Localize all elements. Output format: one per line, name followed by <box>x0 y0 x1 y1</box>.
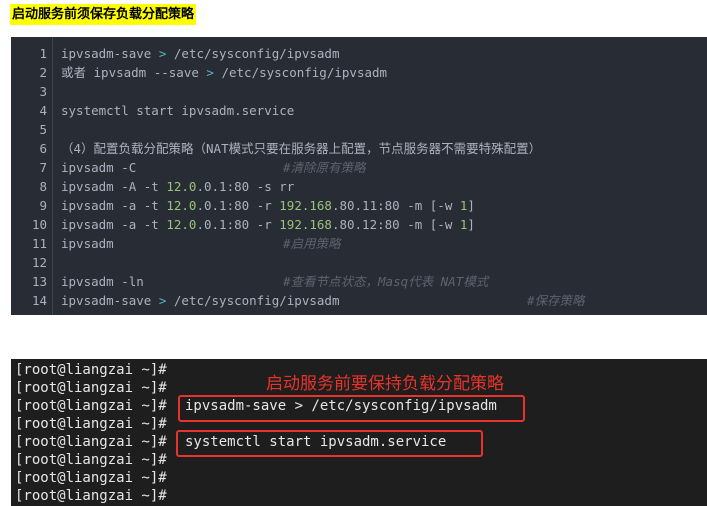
code-line: 9 ipvsadm -a -t 12.0.0.1:80 -r 192.168.80… <box>11 196 707 215</box>
code-text: ipvsadm -ln <box>61 272 144 291</box>
code-token: ] <box>467 217 475 232</box>
code-line: 5 <box>11 120 707 139</box>
code-text: 或者 ipvsadm --save > /etc/sysconfig/ipvsa… <box>61 63 387 82</box>
code-token: 192.168 <box>279 217 332 232</box>
code-line: 4 systemctl start ipvsadm.service <box>11 101 707 120</box>
code-token: .80.12:80 -m [-w <box>331 217 460 232</box>
terminal-prompt: [root@liangzai ~]# <box>15 434 167 450</box>
terminal-line: [root@liangzai ~]# <box>15 361 167 379</box>
code-token: .80.11:80 -m [-w <box>331 198 460 213</box>
code-text: ipvsadm -a -t 12.0.0.1:80 -r 192.168.80.… <box>61 215 475 234</box>
section-heading: 启动服务前须保存负载分配策略 <box>10 4 197 25</box>
code-text: ipvsadm -a -t 12.0.0.1:80 -r 192.168.80.… <box>61 196 475 215</box>
code-token: .0.1:80 -r <box>196 198 280 213</box>
line-number: 7 <box>39 160 47 175</box>
line-number: 3 <box>39 84 47 99</box>
code-text: systemctl start ipvsadm.service <box>61 101 294 120</box>
terminal-screenshot: [root@liangzai ~]# [root@liangzai ~]# [roo… <box>11 359 707 506</box>
code-line: 1 ipvsadm-save > /etc/sysconfig/ipvsadm <box>11 44 707 63</box>
code-comment: #查看节点状态，Masq代表 NAT模式 <box>283 274 489 289</box>
highlight-box-start-command <box>176 430 483 457</box>
terminal-annotation: 启动服务前要保持负载分配策略 <box>266 374 504 394</box>
code-text: （4）配置负载分配策略（NAT模式只要在服务器上配置，节点服务器不需要特殊配置） <box>61 139 541 158</box>
line-number: 12 <box>31 255 47 270</box>
line-number: 9 <box>39 198 47 213</box>
code-line: 10 ipvsadm -a -t 12.0.0.1:80 -r 192.168.8… <box>11 215 707 234</box>
highlight-box-save-command <box>178 395 525 422</box>
code-token: ] <box>467 198 475 213</box>
line-number: 2 <box>39 65 47 80</box>
terminal-prompt: [root@liangzai ~]# <box>15 362 167 378</box>
code-token: 或者 ipvsadm --save <box>61 65 207 80</box>
code-line: 11 ipvsadm #启用策略 <box>11 234 707 253</box>
terminal-line: [root@liangzai ~]# systemctl start ipvsad… <box>15 433 446 451</box>
code-line: 2 或者 ipvsadm --save > /etc/sysconfig/ipvs… <box>11 63 707 82</box>
code-token: ipvsadm -a -t <box>61 198 167 213</box>
terminal-line: [root@liangzai ~]# <box>15 487 167 505</box>
code-token: ipvsadm -A -t <box>61 179 167 194</box>
code-token: 192.168 <box>279 198 332 213</box>
code-token: /etc/sysconfig/ipvsadm <box>166 293 340 308</box>
line-number: 11 <box>31 236 47 251</box>
code-token: 12.0 <box>166 198 197 213</box>
line-number: 6 <box>39 141 47 156</box>
code-token: ipvsadm-save <box>61 46 159 61</box>
terminal-line: [root@liangzai ~]# <box>15 379 167 397</box>
terminal-line: [root@liangzai ~]# ipvsadm-save > /etc/sy… <box>15 397 497 415</box>
code-token: systemctl start ipvsadm.service <box>61 103 295 118</box>
terminal-prompt: [root@liangzai ~]# <box>15 380 167 396</box>
code-line: 3 <box>11 82 707 101</box>
code-line: 14 ipvsadm-save > /etc/sysconfig/ipvsadm #… <box>11 291 707 310</box>
code-text: ipvsadm <box>61 234 114 253</box>
code-token: 12.0 <box>166 217 197 232</box>
code-line: 13 ipvsadm -ln #查看节点状态，Masq代表 NAT模式 <box>11 272 707 291</box>
terminal-prompt: [root@liangzai ~]# <box>15 398 167 414</box>
line-number: 4 <box>39 103 47 118</box>
terminal-prompt: [root@liangzai ~]# <box>15 452 167 468</box>
terminal-line: [root@liangzai ~]# <box>15 469 167 487</box>
terminal-prompt: [root@liangzai ~]# <box>15 470 167 486</box>
code-comment: #保存策略 <box>527 293 585 308</box>
line-number: 5 <box>39 122 47 137</box>
terminal-prompt: [root@liangzai ~]# <box>15 416 167 432</box>
code-token: ipvsadm -C <box>61 160 137 175</box>
code-text: ipvsadm -A -t 12.0.0.1:80 -s rr <box>61 177 294 196</box>
code-comment: #清除原有策略 <box>283 160 366 175</box>
code-token: （4）配置负载分配策略（NAT模式只要在服务器上配置，节点服务器不需要特殊配置） <box>61 141 542 156</box>
code-token: .0.1:80 -s rr <box>196 179 295 194</box>
code-token: ipvsadm <box>61 236 114 251</box>
line-number: 8 <box>39 179 47 194</box>
code-comment: #启用策略 <box>283 236 341 251</box>
terminal-prompt: [root@liangzai ~]# <box>15 488 167 504</box>
line-number: 14 <box>31 293 47 308</box>
code-text: ipvsadm-save > /etc/sysconfig/ipvsadm <box>61 291 339 310</box>
terminal-line: [root@liangzai ~]# <box>15 451 167 469</box>
line-number: 10 <box>31 217 47 232</box>
code-token: > <box>206 65 214 80</box>
code-token: /etc/sysconfig/ipvsadm <box>166 46 340 61</box>
code-token: ipvsadm -a -t <box>61 217 167 232</box>
code-token: ipvsadm -ln <box>61 274 144 289</box>
line-number: 13 <box>31 274 47 289</box>
code-token: .0.1:80 -r <box>196 217 280 232</box>
code-line: 12 <box>11 253 707 272</box>
code-line: 8 ipvsadm -A -t 12.0.0.1:80 -s rr <box>11 177 707 196</box>
code-line: 6 （4）配置负载分配策略（NAT模式只要在服务器上配置，节点服务器不需要特殊配置… <box>11 139 707 158</box>
code-line: 7 ipvsadm -C #清除原有策略 <box>11 158 707 177</box>
line-number: 1 <box>39 46 47 61</box>
code-block: 1 ipvsadm-save > /etc/sysconfig/ipvsadm 2 或… <box>11 37 707 315</box>
code-text: ipvsadm-save > /etc/sysconfig/ipvsadm <box>61 44 339 63</box>
code-token: 12.0 <box>166 179 197 194</box>
terminal-line: [root@liangzai ~]# <box>15 415 167 433</box>
code-token: /etc/sysconfig/ipvsadm <box>213 65 388 80</box>
code-text: ipvsadm -C <box>61 158 136 177</box>
code-token: ipvsadm-save <box>61 293 159 308</box>
